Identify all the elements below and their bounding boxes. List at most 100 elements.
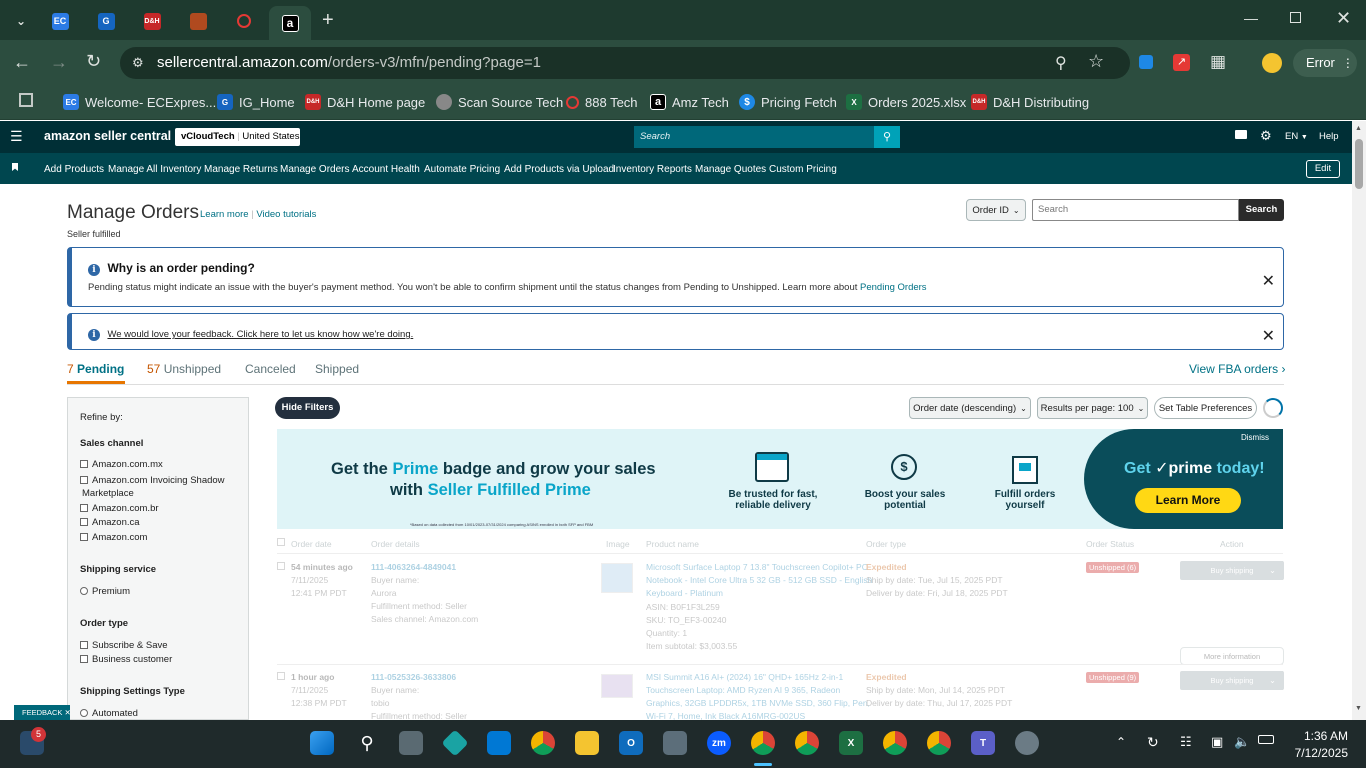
video-tutorials-link[interactable]: Video tutorials: [256, 209, 316, 220]
bookmark-dh-distributing[interactable]: D&H D&H Distributing: [971, 92, 1089, 112]
nav-manage-orders[interactable]: Manage Orders: [280, 164, 349, 175]
bookmark-star-icon[interactable]: ☆: [1088, 51, 1104, 72]
filter-subscribe-save[interactable]: Subscribe & Save: [80, 640, 168, 651]
nav-account-health[interactable]: Account Health: [352, 164, 420, 175]
bookmark-orders-xlsx[interactable]: X Orders 2025.xlsx: [846, 92, 966, 112]
filter-amazon-com-br[interactable]: Amazon.com.br: [80, 503, 159, 514]
checkbox[interactable]: [80, 655, 88, 664]
checkbox[interactable]: [80, 518, 88, 527]
checkbox[interactable]: [80, 476, 88, 485]
col-order-type[interactable]: Order type: [866, 539, 906, 549]
row2-product-image[interactable]: [601, 674, 633, 698]
reload-icon[interactable]: ↻: [86, 51, 101, 72]
page-scrollbar[interactable]: ▲ ▼: [1352, 121, 1366, 720]
help-link[interactable]: Help: [1319, 131, 1339, 142]
tab-canceled[interactable]: Canceled: [245, 362, 296, 376]
select-all-checkbox[interactable]: [277, 538, 285, 546]
teams-icon[interactable]: T: [971, 731, 995, 755]
settings-gear-icon[interactable]: ⚙: [1260, 128, 1272, 144]
tab-scansource[interactable]: [183, 8, 213, 34]
row2-product-line2[interactable]: Touchscreen Laptop: AMD Ryzen AI 9 365, …: [646, 685, 840, 695]
sort-select[interactable]: Order date (descending) ⌄: [909, 397, 1031, 419]
order-search-button[interactable]: Search: [1239, 199, 1284, 221]
tab-shipped[interactable]: Shipped: [315, 362, 359, 376]
radio[interactable]: [80, 587, 88, 596]
extensions-puzzle-icon[interactable]: ▦: [1210, 52, 1226, 72]
row1-more-info-button[interactable]: More information: [1180, 647, 1284, 665]
filter-amazon-ca[interactable]: Amazon.ca: [80, 517, 140, 528]
chrome-profile-4-icon[interactable]: [927, 731, 951, 755]
feedback-link[interactable]: We would love your feedback. Click here …: [107, 329, 413, 340]
clock[interactable]: 1:36 AM 7/12/2025: [1292, 729, 1348, 760]
nav-automate-pricing[interactable]: Automate Pricing: [424, 164, 500, 175]
display-icon[interactable]: ▣: [1211, 734, 1223, 750]
row2-product-line1[interactable]: MSI Summit A16 AI+ (2024) 16" QHD+ 165Hz…: [646, 672, 843, 682]
settings-icon[interactable]: [1015, 731, 1039, 755]
maximize-button[interactable]: [1290, 12, 1301, 23]
outlook-icon[interactable]: O: [619, 731, 643, 755]
filter-amazon-com[interactable]: Amazon.com: [80, 532, 147, 543]
taskbar-search-icon[interactable]: ⚲: [355, 731, 379, 755]
col-order-status[interactable]: Order Status: [1086, 539, 1134, 549]
tab-search-button[interactable]: ⌄: [6, 8, 36, 34]
global-search-button[interactable]: ⚲: [874, 126, 900, 148]
row1-product-line2[interactable]: Notebook - Intel Core Ultra 5 32 GB - 51…: [646, 575, 872, 585]
nav-add-products-upload[interactable]: Add Products via Upload: [504, 164, 614, 175]
extension-blue-icon[interactable]: [1139, 55, 1153, 69]
filter-business-customer[interactable]: Business customer: [80, 654, 172, 665]
excel-icon[interactable]: X: [839, 731, 863, 755]
bookmark-ig-home[interactable]: G IG_Home: [217, 92, 295, 112]
tab-unshipped[interactable]: 57 Unshipped: [147, 362, 221, 376]
close-window-button[interactable]: ✕: [1336, 8, 1351, 29]
nav-custom-pricing[interactable]: Custom Pricing: [769, 164, 837, 175]
tab-pending[interactable]: 7 Pending: [67, 362, 124, 376]
row2-action-dropdown[interactable]: ⌄: [1262, 671, 1283, 690]
nav-manage-all-inventory[interactable]: Manage All Inventory: [108, 164, 201, 175]
chrome-icon[interactable]: [531, 731, 555, 755]
order-search-input[interactable]: Search: [1032, 199, 1239, 221]
calculator-icon[interactable]: [663, 731, 687, 755]
ms-store-icon[interactable]: [487, 731, 511, 755]
checkbox[interactable]: [80, 641, 88, 650]
url-field[interactable]: ⚙ sellercentral.amazon.com/orders-v3/mfn…: [120, 47, 1130, 79]
col-order-details[interactable]: Order details: [371, 539, 420, 549]
mail-icon[interactable]: [1235, 130, 1247, 139]
bookmark-888-tech[interactable]: 888 Tech: [566, 92, 638, 112]
global-search-input[interactable]: Search: [634, 126, 874, 148]
chrome-profile-3-icon[interactable]: [883, 731, 907, 755]
row1-order-id-link[interactable]: 111-4063264-4849041: [371, 562, 456, 572]
filter-automated[interactable]: Automated: [80, 708, 138, 719]
bookmark-amz-tech[interactable]: a Amz Tech: [650, 92, 729, 112]
radio[interactable]: [80, 709, 88, 718]
nav-manage-returns[interactable]: Manage Returns: [204, 164, 278, 175]
close-icon[interactable]: ✕: [65, 708, 71, 717]
nav-add-products[interactable]: Add Products: [44, 164, 104, 175]
tab-888[interactable]: [229, 8, 259, 34]
col-product-name[interactable]: Product name: [646, 539, 699, 549]
volume-icon[interactable]: 🔈: [1234, 734, 1250, 750]
back-arrow-icon[interactable]: ←: [13, 52, 31, 73]
bookmark-dh-home[interactable]: D&H D&H Home page: [305, 92, 425, 112]
forward-arrow-icon[interactable]: →: [50, 52, 68, 73]
nav-inventory-reports[interactable]: Inventory Reports: [613, 164, 692, 175]
checkbox[interactable]: [80, 504, 88, 513]
new-tab-button[interactable]: +: [322, 9, 334, 32]
tab-ec[interactable]: EC: [45, 8, 75, 34]
battery-icon[interactable]: [1258, 735, 1274, 744]
view-fba-orders-link[interactable]: View FBA orders ›: [1189, 362, 1286, 376]
filter-invoicing-shadow[interactable]: Amazon.com Invoicing Shadow: [80, 475, 225, 486]
row-checkbox[interactable]: [277, 672, 285, 680]
results-per-page-select[interactable]: Results per page: 100 ⌄: [1037, 397, 1148, 419]
feedback-tab[interactable]: FEEDBACK ✕: [14, 705, 71, 720]
tab-amazon-active[interactable]: a: [269, 6, 311, 40]
filter-amazon-com-mx[interactable]: Amazon.com.mx: [80, 459, 163, 470]
filter-premium[interactable]: Premium: [80, 586, 130, 597]
edit-nav-button[interactable]: Edit: [1306, 160, 1340, 178]
zoom-search-icon[interactable]: ⚲: [1055, 53, 1067, 73]
minimize-button[interactable]: —: [1244, 10, 1258, 26]
nav-manage-quotes[interactable]: Manage Quotes: [695, 164, 766, 175]
language-selector[interactable]: EN ▼: [1285, 131, 1308, 142]
row2-order-id-link[interactable]: 111-0525326-3633806: [371, 672, 456, 682]
task-view-icon[interactable]: [399, 731, 423, 755]
promo-dismiss-link[interactable]: Dismiss: [1241, 433, 1269, 442]
